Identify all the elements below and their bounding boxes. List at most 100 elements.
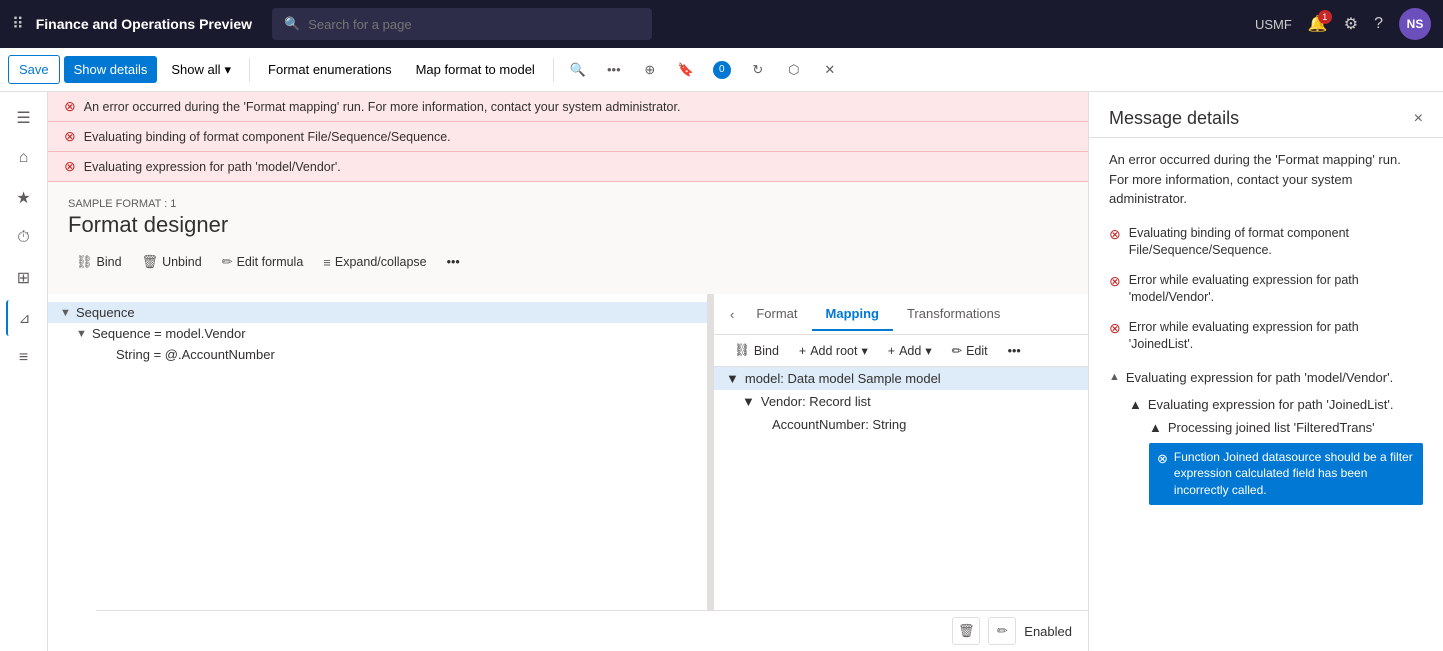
tree-expand-icon-1: ▼ — [76, 328, 88, 340]
bind-button[interactable]: ⛓ Bind — [68, 250, 130, 274]
sidebar-item-recent[interactable]: ⏱ — [6, 220, 42, 256]
error-icon-2: ⊗ — [64, 128, 76, 145]
grid-icon[interactable]: ⠿ — [12, 14, 24, 34]
more-options-icon[interactable]: ••• — [598, 54, 630, 86]
model-label-0: model: Data model Sample model — [745, 371, 941, 386]
badge-zero-btn[interactable]: 0 — [706, 54, 738, 86]
message-details-panel: Message details × An error occurred duri… — [1088, 92, 1443, 651]
avatar[interactable]: NS — [1399, 8, 1431, 40]
sidebar: ☰ ⌂ ★ ⏱ ⊞ ⊿ ≡ — [0, 92, 48, 651]
settings-icon[interactable]: ⚙ — [1344, 14, 1358, 34]
rpt-add-root-button[interactable]: + Add root ▾ — [791, 339, 876, 362]
sidebar-item-favorites[interactable]: ★ — [6, 180, 42, 216]
msg-error-item-0: ⊗ Evaluating binding of format component… — [1109, 225, 1423, 260]
msg-tree-label-1: Evaluating expression for path 'model/Ve… — [1126, 370, 1393, 385]
format-enumerations-button[interactable]: Format enumerations — [258, 56, 402, 83]
msg-tree-level2[interactable]: ▲ Evaluating expression for path 'Joined… — [1129, 393, 1423, 416]
sidebar-item-workspaces[interactable]: ⊞ — [6, 260, 42, 296]
app-title: Finance and Operations Preview — [36, 16, 252, 32]
tree-chev-1: ▲ — [1109, 371, 1120, 383]
edit-footer-icon[interactable]: ✏ — [988, 617, 1016, 645]
toolbar-separator-1 — [249, 58, 250, 82]
msg-error-item-2: ⊗ Error while evaluating expression for … — [1109, 319, 1423, 354]
notification-icon[interactable]: 🔔 1 — [1308, 14, 1328, 34]
chevron-down-icon: ▾ — [225, 62, 232, 78]
map-format-button[interactable]: Map format to model — [406, 56, 545, 83]
msg-panel-close-button[interactable]: × — [1414, 110, 1423, 128]
show-details-button[interactable]: Show details — [64, 56, 158, 83]
expand-collapse-button[interactable]: ≡ Expand/collapse — [315, 251, 434, 274]
error-icon-3: ⊗ — [64, 158, 76, 175]
error-icon-1: ⊗ — [64, 98, 76, 115]
rpt-plus-icon: + — [799, 344, 806, 358]
msg-highlight-icon: ⊗ — [1157, 450, 1168, 468]
search-toolbar-icon[interactable]: 🔍 — [562, 54, 594, 86]
msg-tree-section: ▲ Evaluating expression for path 'model/… — [1109, 366, 1423, 505]
toolbar-separator-2 — [553, 58, 554, 82]
link-icon: ⛓ — [76, 254, 93, 270]
msg-panel-title: Message details — [1109, 108, 1239, 129]
msg-tree-label-3: Processing joined list 'FilteredTrans' — [1168, 420, 1375, 435]
tab-transformations[interactable]: Transformations — [893, 298, 1014, 331]
msg-error-icon-0: ⊗ — [1109, 226, 1121, 243]
sidebar-item-menu[interactable]: ☰ — [6, 100, 42, 136]
msg-highlight-text: Function Joined datasource should be a f… — [1174, 449, 1415, 499]
msg-error-icon-1: ⊗ — [1109, 273, 1121, 290]
refresh-icon[interactable]: ↻ — [742, 54, 774, 86]
tree-item-label-0: Sequence — [76, 305, 135, 320]
rpt-more-button[interactable]: ••• — [1000, 340, 1029, 362]
msg-tree-level1[interactable]: ▲ Evaluating expression for path 'model/… — [1109, 366, 1423, 389]
edit-formula-button[interactable]: ✏ Edit formula — [214, 250, 312, 274]
sidebar-item-filter[interactable]: ⊿ — [6, 300, 42, 336]
unbind-icon: 🗑 — [142, 254, 159, 270]
msg-error-item-1: ⊗ Error while evaluating expression for … — [1109, 272, 1423, 307]
search-input[interactable] — [308, 17, 640, 32]
footer-status: Enabled — [1024, 624, 1072, 639]
notif-badge: 1 — [1318, 10, 1332, 24]
rpt-add-root-chevron: ▾ — [861, 343, 867, 358]
tree-item-label-2: String = @.AccountNumber — [116, 347, 275, 362]
sidebar-item-home[interactable]: ⌂ — [6, 140, 42, 176]
badge-count: 0 — [713, 61, 731, 79]
tree-item-string[interactable]: String = @.AccountNumber — [48, 344, 707, 365]
tree-item-sequence-vendor[interactable]: ▼ Sequence = model.Vendor — [48, 323, 707, 344]
formula-icon: ✏ — [222, 254, 233, 270]
close-toolbar-icon[interactable]: ✕ — [814, 54, 846, 86]
msg-panel-body: An error occurred during the 'Format map… — [1089, 138, 1443, 651]
rpt-add-button[interactable]: + Add ▾ — [880, 339, 940, 362]
tree-item-sequence[interactable]: ▼ Sequence — [48, 302, 707, 323]
msg-error-icon-2: ⊗ — [1109, 320, 1121, 337]
more-designer-btn[interactable]: ••• — [439, 251, 468, 273]
tree-item-label-1: Sequence = model.Vendor — [92, 326, 246, 341]
rpt-bind-button[interactable]: ⛓ Bind — [726, 339, 787, 362]
msg-error-description: An error occurred during the 'Format map… — [1109, 150, 1423, 209]
filter-icon: ⊿ — [19, 310, 31, 327]
search-bar[interactable]: 🔍 — [272, 8, 652, 40]
help-icon[interactable]: ? — [1374, 15, 1383, 33]
open-new-icon[interactable]: ⬡ — [778, 54, 810, 86]
model-label-2: AccountNumber: String — [772, 417, 906, 432]
main-layout: ☰ ⌂ ★ ⏱ ⊞ ⊿ ≡ ⊗ An error occurred during… — [0, 92, 1443, 651]
tab-format[interactable]: Format — [742, 298, 811, 331]
save-button[interactable]: Save — [8, 55, 60, 84]
msg-error-text-2: Error while evaluating expression for pa… — [1129, 319, 1423, 354]
model-label-1: Vendor: Record list — [761, 394, 871, 409]
org-label: USMF — [1255, 17, 1292, 32]
unbind-button[interactable]: 🗑 Unbind — [134, 250, 210, 274]
msg-error-text-1: Error while evaluating expression for pa… — [1129, 272, 1423, 307]
tree-chev-3: ▲ — [1149, 420, 1162, 435]
delete-footer-icon[interactable]: 🗑 — [952, 617, 980, 645]
tree-chev-2: ▲ — [1129, 397, 1142, 412]
left-panel: ▼ Sequence ▼ Sequence = model.Vendor Str… — [48, 294, 708, 651]
compare-icon[interactable]: ⊕ — [634, 54, 666, 86]
msg-tree-level3[interactable]: ▲ Processing joined list 'FilteredTrans' — [1149, 416, 1423, 439]
show-all-button[interactable]: Show all ▾ — [161, 56, 241, 84]
sidebar-item-modules[interactable]: ≡ — [6, 340, 42, 376]
bookmark-icon[interactable]: 🔖 — [670, 54, 702, 86]
tab-mapping[interactable]: Mapping — [812, 298, 893, 331]
rpt-add-chevron: ▾ — [925, 343, 931, 358]
content-footer: 🗑 ✏ Enabled — [96, 610, 1088, 651]
rpt-edit-button[interactable]: ✏ Edit — [944, 339, 996, 362]
model-expand-0: ▼ — [726, 371, 739, 386]
chevron-left-icon[interactable]: ‹ — [722, 303, 742, 326]
